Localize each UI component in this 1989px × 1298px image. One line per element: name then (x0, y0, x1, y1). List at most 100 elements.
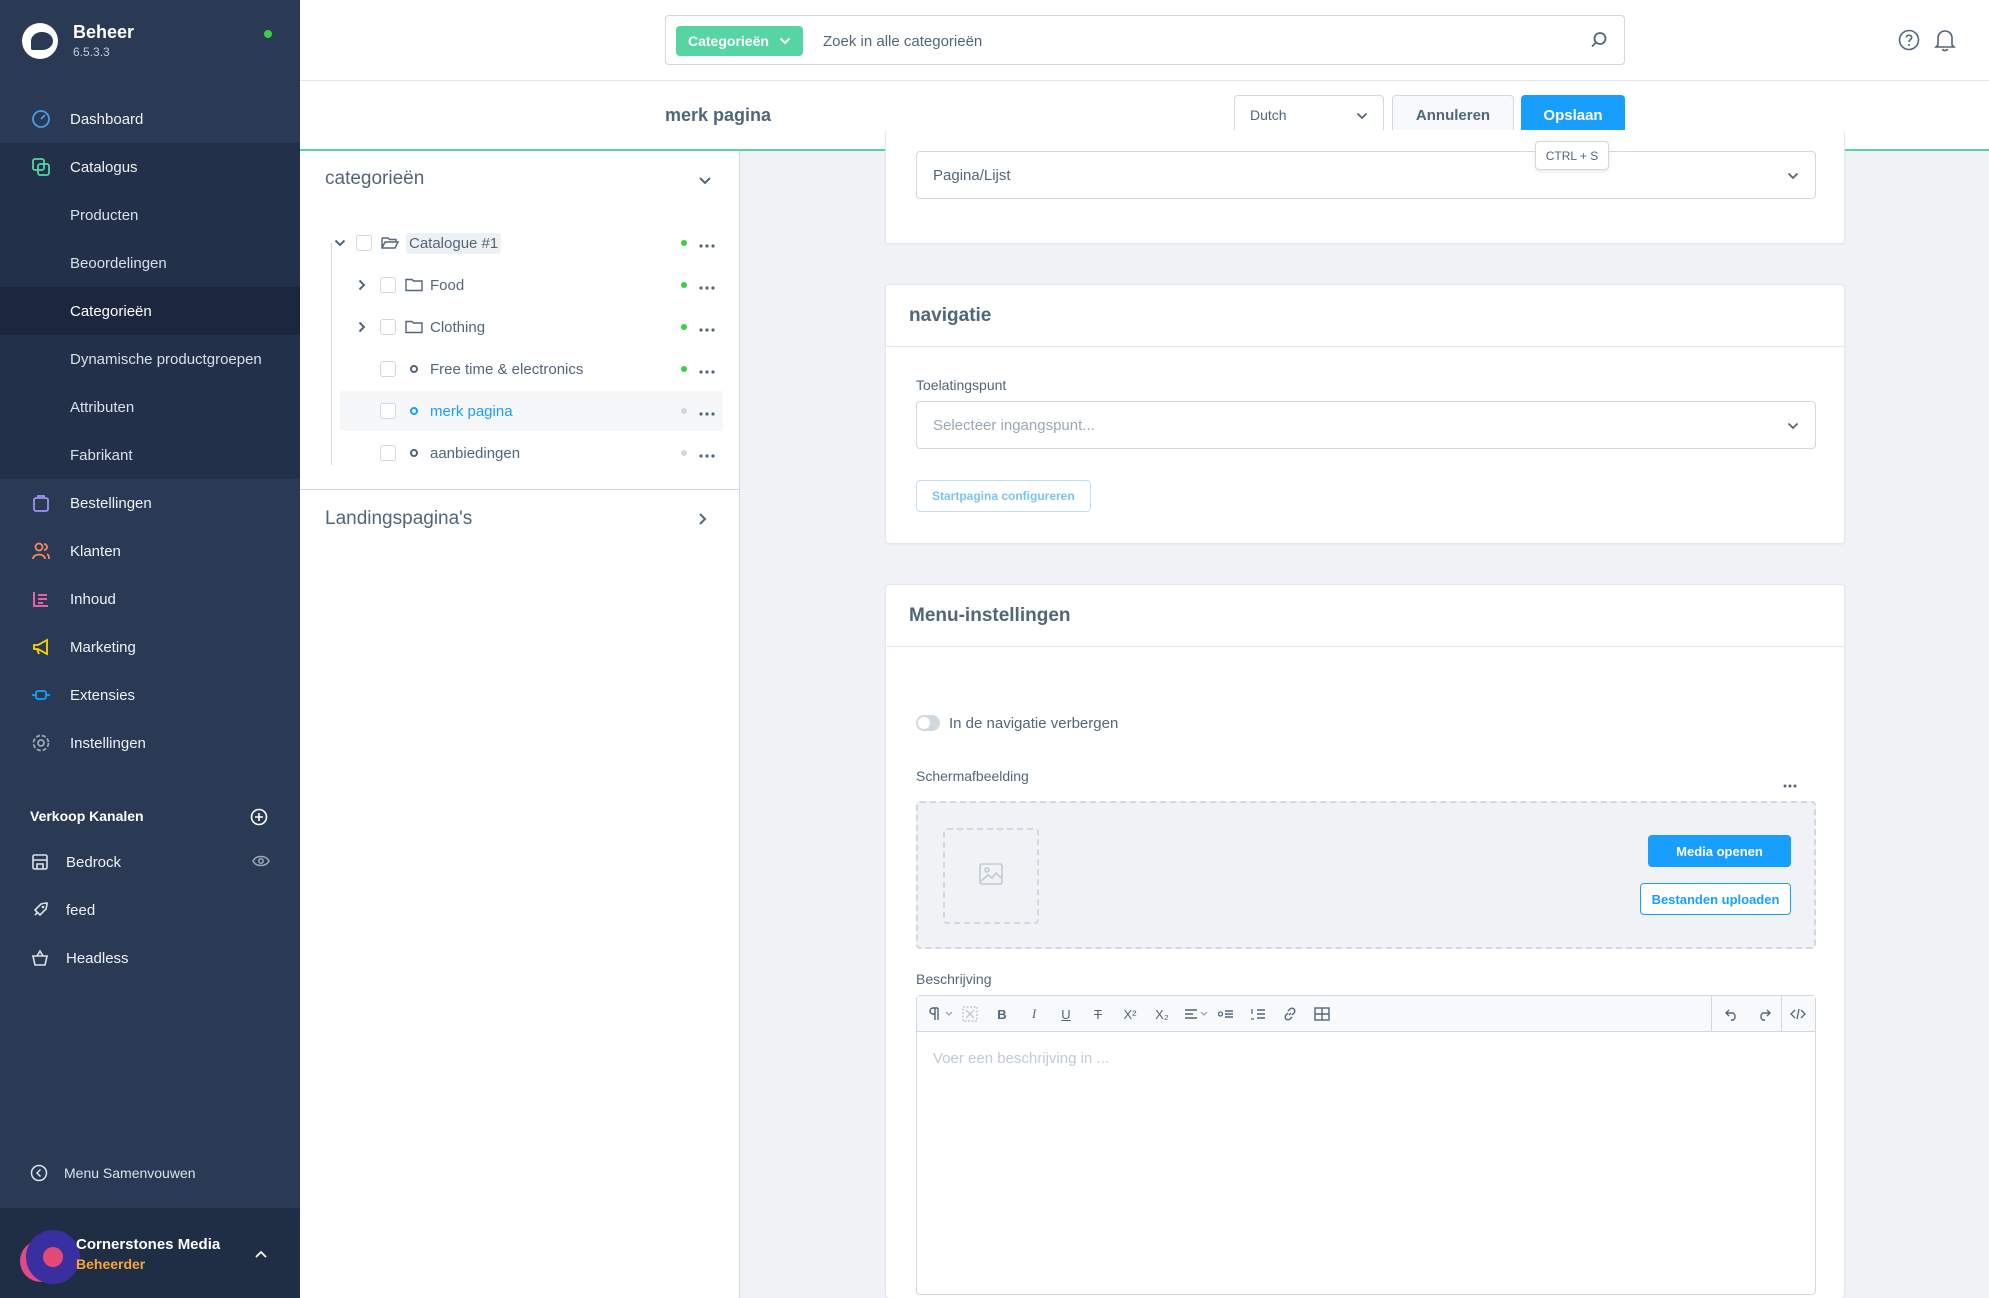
upload-files-button[interactable]: Bestanden uploaden (1640, 883, 1791, 915)
nav-item-orders[interactable]: Bestellingen (0, 479, 300, 527)
more-options-icon[interactable] (699, 277, 715, 294)
code-view-icon[interactable] (1789, 1005, 1807, 1023)
tree-item[interactable]: Food (352, 265, 723, 305)
chevron-right-icon[interactable] (352, 321, 372, 333)
strikethrough-icon[interactable]: T (1089, 1005, 1107, 1023)
chevron-right-icon[interactable] (698, 512, 708, 531)
shopware-logo-icon (22, 22, 58, 59)
tree-item[interactable]: merk pagina (340, 391, 723, 431)
sales-channel-item[interactable]: Bedrock (0, 838, 300, 886)
media-upload-zone[interactable]: Media openen Bestanden uploaden (916, 801, 1816, 949)
entry-point-select[interactable]: Selecteer ingangspunt... (916, 401, 1816, 449)
chevron-left-circle-icon (30, 1164, 48, 1182)
open-media-button[interactable]: Media openen (1648, 835, 1791, 867)
configure-home-button[interactable]: Startpagina configureren (916, 480, 1091, 512)
paragraph-format-icon[interactable] (927, 1005, 957, 1023)
add-sales-channel-icon[interactable] (250, 808, 268, 831)
collapse-menu-button[interactable]: Menu Samenvouwen (30, 1164, 196, 1182)
nav-item-label: Instellingen (70, 734, 146, 752)
description-placeholder[interactable]: Voer een beschrijving in ... (933, 1050, 1109, 1067)
bullet-list-icon[interactable] (1217, 1005, 1235, 1023)
redo-icon[interactable] (1755, 1005, 1773, 1023)
nav-item-catalog[interactable]: Catalogus (0, 143, 300, 191)
more-options-icon[interactable] (699, 445, 715, 462)
search-icon[interactable] (1590, 31, 1608, 54)
nav-item-marketing[interactable]: Marketing (0, 623, 300, 671)
more-options-icon[interactable] (699, 403, 715, 420)
extensions-icon (30, 684, 52, 706)
subnav-item-reviews[interactable]: Beoordelingen (0, 239, 300, 287)
hide-in-navigation-toggle[interactable] (916, 715, 940, 731)
tree-item[interactable]: Free time & electronics (352, 349, 723, 389)
status-active-dot (681, 282, 687, 288)
more-options-icon[interactable] (699, 235, 715, 252)
search-type-label: Categorieën (688, 33, 769, 49)
search-type-dropdown[interactable]: Categorieën (676, 26, 803, 56)
save-button[interactable]: Opslaan (1521, 95, 1625, 135)
chevron-right-icon[interactable] (352, 279, 372, 291)
chevron-down-icon[interactable] (330, 239, 350, 247)
nav-item-extensions[interactable]: Extensies (0, 671, 300, 719)
nav-item-dashboard[interactable]: Dashboard (0, 95, 300, 143)
table-icon[interactable] (1313, 1005, 1331, 1023)
user-profile-bar[interactable]: Cornerstones Media Beheerder (0, 1208, 300, 1298)
nav-item-label: Inhoud (70, 590, 116, 608)
tree-item-checkbox[interactable] (380, 361, 396, 377)
subnav-item-attributes[interactable]: Attributen (0, 383, 300, 431)
landing-pages-title[interactable]: Landingspagina's (325, 508, 472, 530)
chevron-down-icon (779, 37, 791, 45)
menu-settings-card: Menu-instellingen In de navigatie verber… (885, 584, 1845, 1298)
tree-item-checkbox[interactable] (380, 445, 396, 461)
tree-item[interactable]: Catalogue #1 (330, 223, 723, 263)
tree-item[interactable]: Clothing (352, 307, 723, 347)
link-icon[interactable] (1281, 1005, 1299, 1023)
category-tree-title[interactable]: categorieën (325, 168, 424, 190)
more-options-icon[interactable] (699, 319, 715, 336)
subnav-item-categories[interactable]: Categorieën (0, 287, 300, 335)
notification-bell-icon[interactable] (1934, 28, 1956, 57)
italic-icon[interactable]: I (1025, 1005, 1043, 1023)
nav-item-label: Extensies (70, 686, 136, 704)
sales-channel-item[interactable]: Headless (0, 934, 300, 982)
bold-icon[interactable]: B (993, 1005, 1011, 1023)
sales-channel-item[interactable]: feed (0, 886, 300, 934)
tree-item-checkbox[interactable] (380, 319, 396, 335)
layout-type-value: Pagina/Lijst (933, 166, 1011, 184)
align-icon[interactable] (1183, 1005, 1211, 1023)
numbered-list-icon[interactable] (1249, 1005, 1267, 1023)
nav-item-settings[interactable]: Instellingen (0, 719, 300, 767)
nav-item-customers[interactable]: Klanten (0, 527, 300, 575)
eye-icon[interactable] (252, 854, 270, 872)
layout-type-select[interactable]: Pagina/Lijst (916, 151, 1816, 199)
help-icon[interactable] (1898, 29, 1920, 56)
nav-item-content[interactable]: Inhoud (0, 575, 300, 623)
chevron-up-icon[interactable] (254, 1246, 268, 1264)
clear-format-icon[interactable] (961, 1005, 979, 1023)
brand[interactable]: Beheer 6.5.3.3 (22, 22, 134, 59)
tree-item-checkbox[interactable] (380, 403, 396, 419)
subnav-item-dynamic-product-groups[interactable]: Dynamische productgroepen (0, 335, 300, 383)
more-options-icon[interactable] (1783, 775, 1797, 793)
undo-icon[interactable] (1723, 1005, 1741, 1023)
tree-item-checkbox[interactable] (380, 277, 396, 293)
description-editor: B I U T X² X₂ Voer een beschrijving in .… (916, 995, 1816, 1295)
subnav-item-manufacturers[interactable]: Fabrikant (0, 431, 300, 479)
search-input[interactable] (821, 27, 1521, 55)
language-switch[interactable]: Dutch (1234, 95, 1384, 135)
category-tree-panel: categorieën Catalogue #1 Food Clothing F… (300, 151, 740, 1298)
cancel-button[interactable]: Annuleren (1392, 95, 1514, 135)
tree-item[interactable]: aanbiedingen (352, 433, 723, 473)
dashboard-icon (30, 108, 52, 130)
avatar (20, 1230, 80, 1290)
status-inactive-dot (681, 450, 687, 456)
underline-icon[interactable]: U (1057, 1005, 1075, 1023)
subscript-icon[interactable]: X₂ (1153, 1005, 1171, 1023)
tree-item-checkbox[interactable] (356, 235, 372, 251)
tree-item-label: Food (430, 276, 465, 294)
tree-item-label: Catalogue #1 (406, 232, 502, 254)
basket-icon (30, 948, 50, 968)
superscript-icon[interactable]: X² (1121, 1005, 1139, 1023)
chevron-down-icon[interactable] (698, 173, 712, 191)
more-options-icon[interactable] (699, 361, 715, 378)
subnav-item-products[interactable]: Producten (0, 191, 300, 239)
